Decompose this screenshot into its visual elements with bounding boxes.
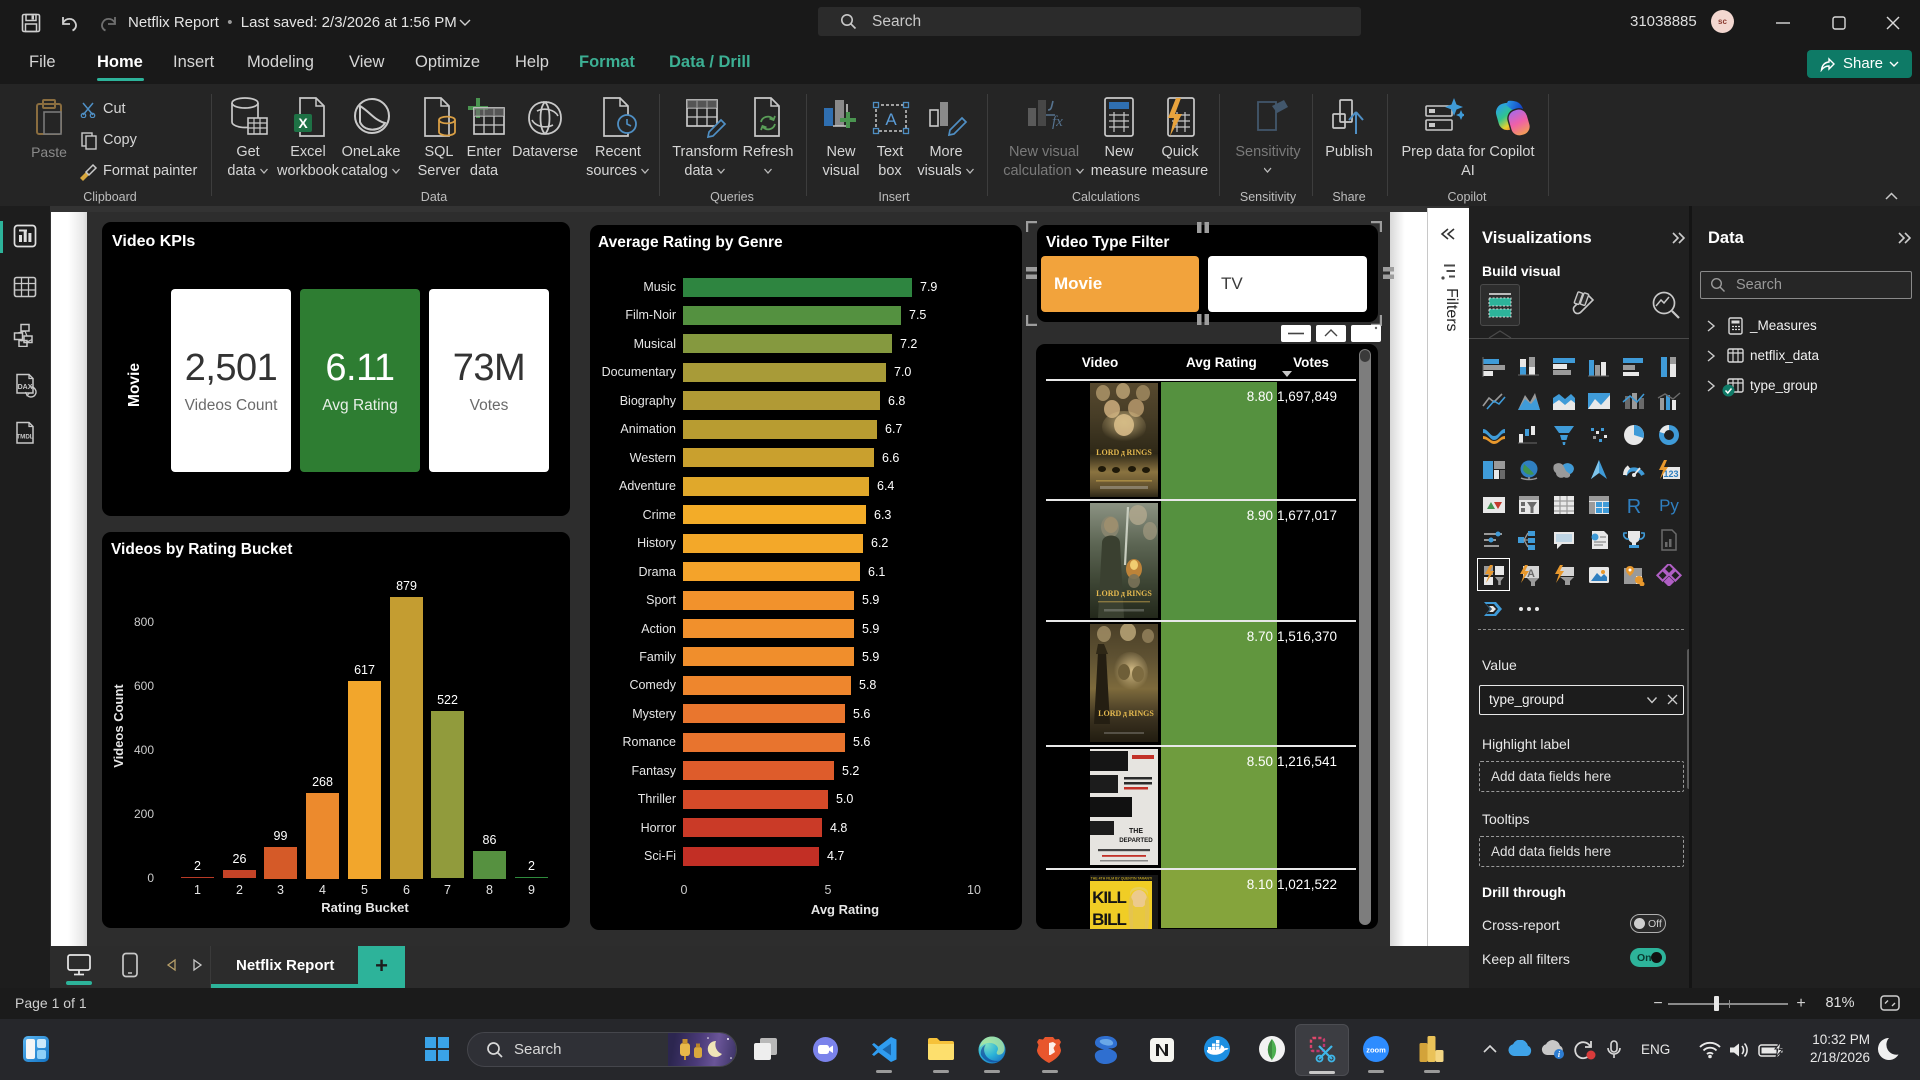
svg-text:KILL: KILL <box>1092 888 1126 907</box>
svg-text:zoom: zoom <box>1366 1046 1386 1055</box>
svg-text:THE 4TH FILM BY QUENTIN TARANT: THE 4TH FILM BY QUENTIN TARANTINO <box>1091 877 1158 881</box>
svg-text:Py: Py <box>1659 496 1679 515</box>
svg-text:LORD д RINGS: LORD д RINGS <box>1096 589 1152 598</box>
svg-text:R: R <box>1627 496 1641 516</box>
svg-text:TMDL: TMDL <box>16 434 33 441</box>
svg-text:LORD д RINGS: LORD д RINGS <box>1096 448 1152 457</box>
svg-text:X: X <box>298 115 308 131</box>
svg-text:123: 123 <box>1663 469 1678 479</box>
svg-text:DEPARTED: DEPARTED <box>1119 837 1153 844</box>
svg-text:DAX: DAX <box>18 384 33 391</box>
svg-text:THE: THE <box>1129 828 1143 835</box>
svg-text:LORD д RINGS: LORD д RINGS <box>1098 709 1154 718</box>
svg-text:A: A <box>885 110 897 129</box>
svg-text:BILL: BILL <box>1092 910 1126 929</box>
svg-text:fx: fx <box>1052 114 1063 130</box>
